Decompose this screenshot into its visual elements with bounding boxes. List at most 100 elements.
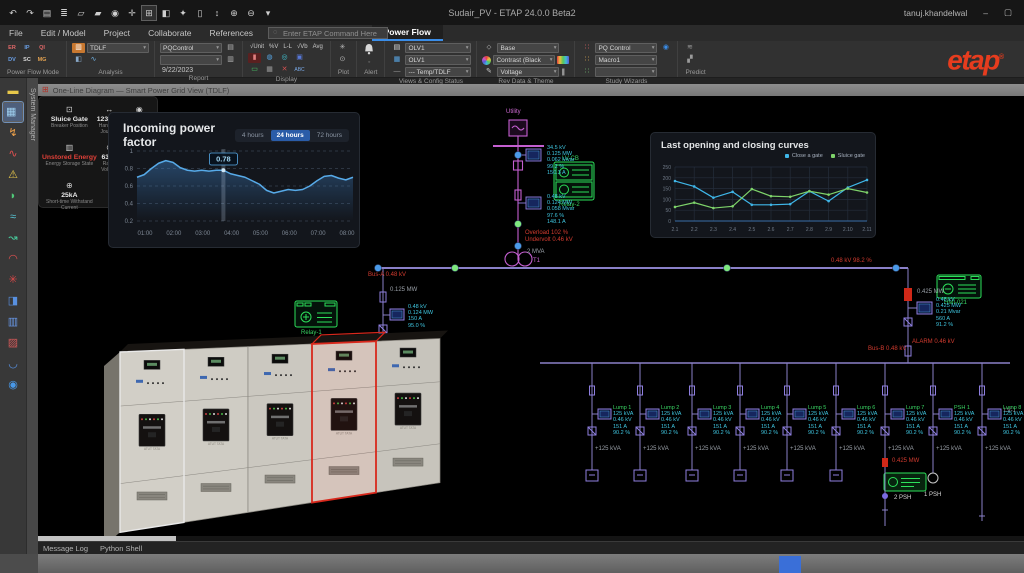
utility-source[interactable]	[493, 120, 544, 259]
library-icon[interactable]: ▰	[91, 6, 105, 20]
pf-tab-24-hours[interactable]: 24 hours	[271, 130, 310, 141]
ev-study-icon[interactable]: ◨	[3, 291, 23, 311]
load-flow-icon[interactable]: ↯	[3, 123, 23, 143]
undo-icon[interactable]: ↶	[6, 6, 20, 20]
toggle-avg[interactable]: Avg	[313, 44, 323, 50]
display-abc-icon[interactable]: ABC	[293, 65, 306, 75]
menu-project[interactable]: Project	[95, 25, 139, 41]
color-wheel-icon[interactable]	[482, 56, 491, 65]
toggle-l-l[interactable]: L-L	[283, 44, 292, 50]
display-target-icon[interactable]: ◎	[278, 53, 291, 63]
menu-edit-model[interactable]: Edit / Model	[32, 25, 95, 41]
menu-collaborate[interactable]: Collaborate	[139, 25, 200, 41]
mode-icon-4[interactable]: SC	[20, 55, 34, 66]
config-select[interactable]: --- Temp/TDLF▾	[405, 67, 471, 77]
display-panel-icon[interactable]: ▣	[293, 53, 306, 63]
taskbar-active-app[interactable]	[779, 556, 801, 573]
maximize-button[interactable]: ▢	[1004, 7, 1012, 18]
more-icon[interactable]: ▾	[261, 6, 275, 20]
pf-tab-4-hours[interactable]: 4 hours	[236, 130, 270, 141]
mode-icon-1[interactable]: IP	[20, 43, 34, 54]
short-circuit-icon[interactable]: ∿	[3, 144, 23, 164]
switchgear-cabinet-5[interactable]: ATUT TATA	[376, 339, 440, 493]
display-grid-icon[interactable]: ▦	[263, 65, 276, 75]
print-icon[interactable]: ≣	[57, 6, 71, 20]
zoom-in-icon[interactable]: ⊕	[227, 6, 241, 20]
display-battery-icon[interactable]: ▮	[248, 53, 261, 63]
rainbow-swatch-icon[interactable]	[557, 56, 569, 64]
system-manager-tab[interactable]: System Manager	[26, 78, 38, 554]
color-by-select[interactable]: Voltage▾	[497, 67, 559, 77]
scatter-plot-icon[interactable]: ✳	[336, 43, 349, 53]
feeder-lump-4[interactable]	[734, 363, 759, 481]
fit-page-icon[interactable]: ↕	[210, 6, 224, 20]
mode-icon-2[interactable]: QI	[35, 43, 49, 54]
report-template-select[interactable]: ▾	[160, 55, 222, 65]
annotation-pencil-icon[interactable]: ✎	[482, 67, 495, 77]
command-input[interactable]	[268, 27, 388, 39]
switchgear-cabinet-2[interactable]: ATUT TATA	[184, 347, 248, 523]
feeder-lump-6[interactable]	[830, 363, 855, 481]
motor-start-icon[interactable]: ◗	[3, 186, 23, 206]
relay-4[interactable]	[884, 473, 926, 491]
datablock-study-icon[interactable]: ▦	[3, 102, 23, 122]
3d-view-icon[interactable]: ◧	[159, 6, 173, 20]
harmonics-icon[interactable]: ≈	[3, 207, 23, 227]
horizontal-scrollbar[interactable]	[38, 536, 1024, 541]
grid-code-icon[interactable]: ▨	[3, 333, 23, 353]
relay-1[interactable]	[295, 301, 337, 327]
mode-icon-5[interactable]: MG	[35, 55, 49, 66]
mode-icon-3[interactable]: DV	[5, 55, 19, 66]
right-main-feeder[interactable]	[904, 268, 932, 363]
probe-icon[interactable]: ⊙	[336, 55, 349, 65]
alert-settings-icon[interactable]: ◦	[363, 58, 376, 68]
report-format-select[interactable]: PQControl▾	[160, 43, 222, 53]
feeder-lump-7[interactable]	[881, 363, 904, 526]
alert-bell-icon[interactable]	[362, 43, 376, 56]
revision-select[interactable]: Base▾	[497, 43, 559, 53]
analysis-select[interactable]: TDLF▾	[87, 43, 149, 53]
scrollbar-thumb[interactable]	[38, 536, 176, 541]
gates-chart[interactable]: 2502001501005002.12.22.32.42.52.62.72.82…	[651, 163, 877, 237]
geospatial-icon[interactable]: ◉	[3, 375, 23, 395]
display-hide-icon[interactable]: ✕	[278, 65, 291, 75]
analysis-icon[interactable]: ▥	[72, 43, 85, 53]
feeder-psh-1[interactable]	[928, 363, 952, 483]
run-analysis-icon[interactable]: ◧	[72, 55, 85, 65]
theme-icon[interactable]: ✦	[176, 6, 190, 20]
star-coordination-icon[interactable]: ✳	[3, 270, 23, 290]
study-wizard-select-3[interactable]: ▾	[595, 67, 657, 77]
cable-icon[interactable]: ◡	[3, 354, 23, 374]
datablock-icon[interactable]: ⊞	[142, 6, 156, 20]
menu-references[interactable]: References	[201, 25, 262, 41]
switchgear-cabinet-3[interactable]: ATUT TATA	[248, 344, 312, 513]
transient-icon[interactable]: ↝	[3, 228, 23, 248]
statusbar-message-log[interactable]: Message Log	[43, 544, 88, 553]
view-select-2[interactable]: OLV1▾	[405, 55, 471, 65]
feeder-lump-2[interactable]	[634, 363, 659, 481]
feeder-lump-5[interactable]	[781, 363, 806, 481]
find-icon[interactable]: ◉	[108, 6, 122, 20]
feeder-lump-1[interactable]	[586, 363, 611, 481]
feeder-lump-8[interactable]	[978, 363, 1001, 521]
pf-chart[interactable]: 10.80.60.40.201:0002:0003:0004:0005:0006…	[111, 147, 359, 247]
display-monitor-icon[interactable]: ▭	[248, 65, 261, 75]
save-icon[interactable]: ▤	[40, 6, 54, 20]
study-wizard-select-1[interactable]: PQ Control▾	[595, 43, 657, 53]
switchgear-cabinet-1[interactable]: ATUT TATA	[120, 349, 184, 532]
lower-feeders[interactable]	[586, 363, 1001, 526]
report-icon[interactable]: ▯	[193, 6, 207, 20]
protection-icon[interactable]: ◠	[3, 249, 23, 269]
minimize-button[interactable]: –	[983, 8, 988, 18]
oneline-canvas[interactable]: UtilityOverload 102 %Undervolt 0.46 kV2 …	[38, 96, 1024, 536]
theme-select[interactable]: Contrast (Black▾	[493, 55, 555, 65]
legend-Sluice-gate[interactable]: Sluice gate	[831, 153, 865, 159]
ruler-icon[interactable]: ▬	[3, 81, 23, 101]
redo-icon[interactable]: ↷	[23, 6, 37, 20]
panel-systems-icon[interactable]: ▥	[3, 312, 23, 332]
report-view-icon[interactable]: ▤	[224, 43, 237, 53]
toggle-vb[interactable]: √Vb	[297, 44, 308, 50]
pf-tab-72-hours[interactable]: 72 hours	[311, 130, 348, 141]
switchgear-3d-render[interactable]: ATUT TATAATUT TATAATUT TATAATUT TATAATUT…	[96, 328, 466, 536]
zoom-out-icon[interactable]: ⊖	[244, 6, 258, 20]
